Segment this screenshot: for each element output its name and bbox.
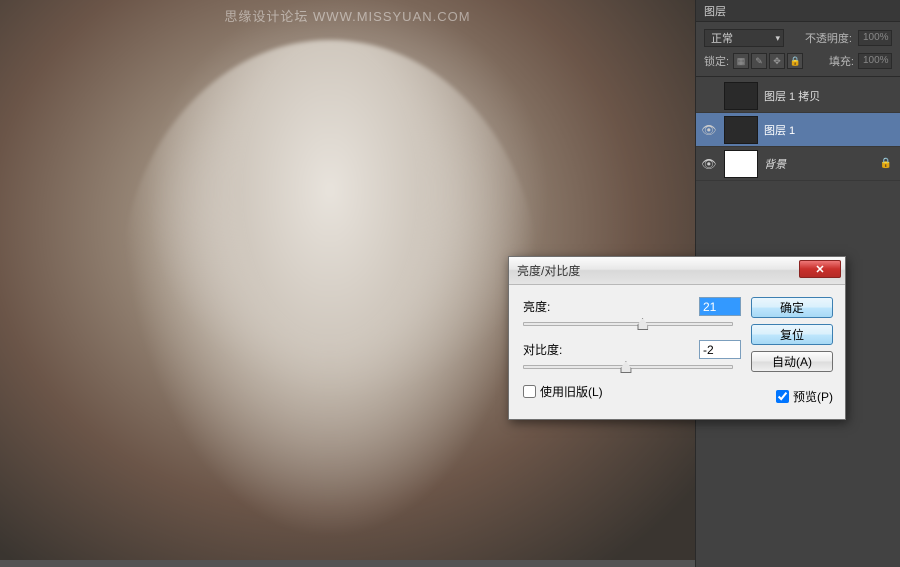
visibility-toggle[interactable]: 👁 (700, 123, 718, 137)
reset-button[interactable]: 复位 (751, 324, 833, 345)
tab-layers[interactable]: 图层 (696, 3, 734, 19)
layer-name[interactable]: 图层 1 拷贝 (764, 88, 896, 104)
brightness-input[interactable] (699, 297, 741, 316)
dialog-titlebar[interactable]: 亮度/对比度 ✕ (509, 257, 845, 285)
lock-icons: ▦ ✎ ✥ 🔒 (733, 53, 803, 69)
layer-thumbnail[interactable] (724, 82, 758, 110)
fill-value[interactable]: 100% (858, 53, 892, 69)
layer-thumbnail[interactable] (724, 150, 758, 178)
lock-transparent-icon[interactable]: ▦ (733, 53, 749, 69)
legacy-label: 使用旧版(L) (540, 383, 603, 400)
brightness-slider-thumb[interactable] (637, 318, 648, 330)
layer-row[interactable]: 图层 1 拷贝 (696, 79, 900, 113)
layer-name[interactable]: 背景 (764, 156, 874, 172)
fill-label: 填充: (829, 53, 854, 69)
lock-all-icon[interactable]: 🔒 (787, 53, 803, 69)
preview-label: 预览(P) (793, 388, 833, 405)
opacity-label: 不透明度: (805, 30, 852, 46)
brightness-slider[interactable] (523, 322, 733, 326)
ok-button[interactable]: 确定 (751, 297, 833, 318)
contrast-slider-thumb[interactable] (620, 361, 631, 373)
contrast-slider[interactable] (523, 365, 733, 369)
panel-tabs[interactable]: 图层 (696, 0, 900, 22)
lock-icon: 🔒 (880, 158, 892, 169)
layer-name[interactable]: 图层 1 (764, 122, 896, 138)
blend-mode-value: 正常 (711, 30, 733, 46)
dialog-title: 亮度/对比度 (517, 262, 580, 279)
close-button[interactable]: ✕ (799, 260, 841, 278)
blend-mode-dropdown[interactable]: 正常 (704, 29, 784, 47)
layer-row[interactable]: 👁 背景 🔒 (696, 147, 900, 181)
image-content (120, 40, 540, 540)
visibility-toggle[interactable]: 👁 (700, 157, 718, 171)
legacy-checkbox[interactable] (523, 385, 536, 398)
layer-list: 图层 1 拷贝 👁 图层 1 👁 背景 🔒 (696, 77, 900, 181)
brightness-contrast-dialog: 亮度/对比度 ✕ 亮度: 对比度: 使用旧版(L) (508, 256, 846, 420)
brightness-label: 亮度: (523, 298, 573, 315)
layer-thumbnail[interactable] (724, 116, 758, 144)
auto-button[interactable]: 自动(A) (751, 351, 833, 372)
contrast-label: 对比度: (523, 341, 573, 358)
lock-position-icon[interactable]: ✥ (769, 53, 785, 69)
close-icon: ✕ (815, 263, 824, 276)
contrast-input[interactable] (699, 340, 741, 359)
watermark: 思缘设计论坛 WWW.MISSYUAN.COM (224, 6, 470, 25)
lock-image-icon[interactable]: ✎ (751, 53, 767, 69)
preview-checkbox[interactable] (776, 390, 789, 403)
lock-label: 锁定: (704, 53, 729, 69)
opacity-value[interactable]: 100% (858, 30, 892, 46)
layer-row[interactable]: 👁 图层 1 (696, 113, 900, 147)
